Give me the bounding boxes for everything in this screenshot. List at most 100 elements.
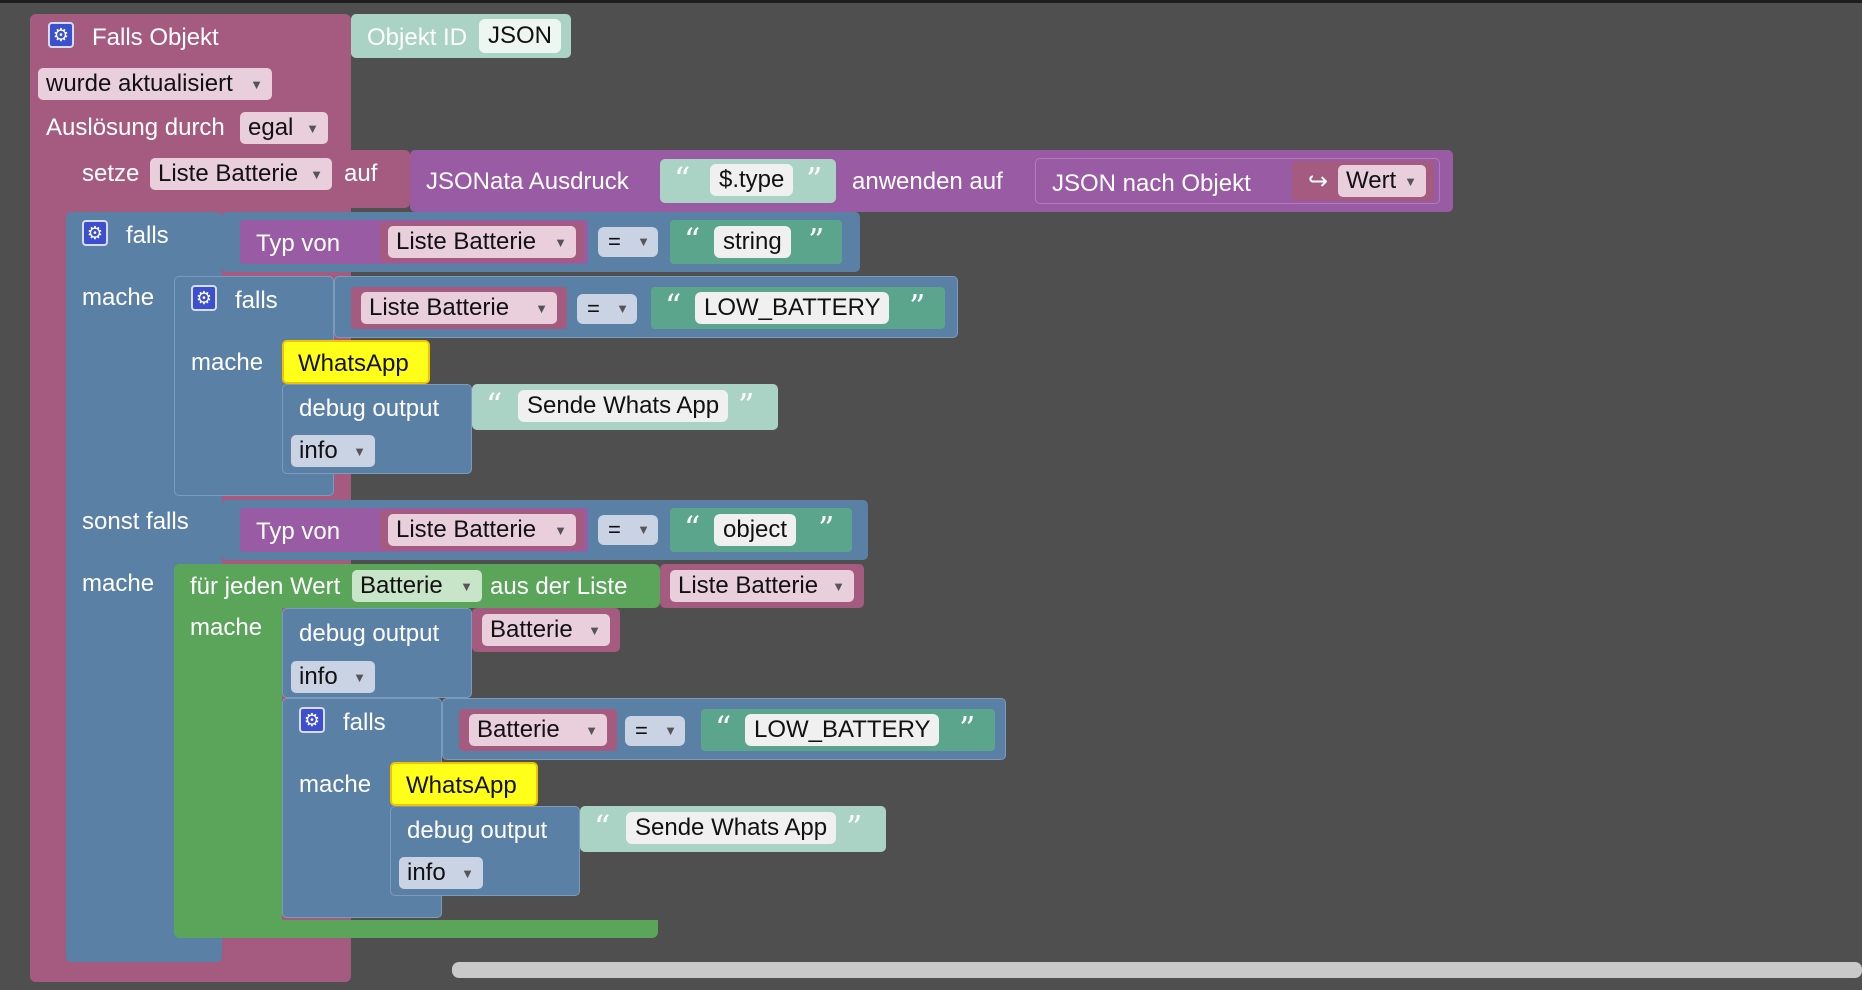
level-dropdown[interactable]: info ▼ bbox=[291, 661, 375, 693]
text-field[interactable]: object bbox=[714, 514, 797, 546]
var-dropdown[interactable]: Batterie ▼ bbox=[482, 614, 610, 646]
object-id-block[interactable]: Objekt ID JSON bbox=[351, 14, 571, 58]
text-block[interactable]: “ string ” bbox=[670, 220, 842, 264]
set-block[interactable]: setze Liste Batterie ▼ auf bbox=[66, 150, 410, 208]
gear-icon[interactable]: ⚙ bbox=[82, 220, 108, 246]
chevron-down-icon: ▼ bbox=[588, 623, 601, 638]
set-variable-dropdown[interactable]: Liste Batterie ▼ bbox=[150, 158, 332, 190]
text-field[interactable]: Sende Whats App bbox=[626, 812, 837, 844]
value-block[interactable]: ↪ Wert ▼ bbox=[1292, 161, 1434, 201]
quote-open-icon: “ bbox=[715, 709, 732, 747]
debug-block-2[interactable]: debug output info ▼ bbox=[282, 608, 472, 698]
text-field[interactable]: Sende Whats App bbox=[518, 390, 729, 422]
var-dropdown[interactable]: Liste Batterie ▼ bbox=[388, 226, 576, 258]
text-block[interactable]: “ LOW_BATTERY ” bbox=[651, 287, 945, 329]
chevron-down-icon: ▼ bbox=[664, 723, 677, 738]
level-dropdown[interactable]: info ▼ bbox=[291, 435, 375, 467]
text-block[interactable]: “ LOW_BATTERY ” bbox=[701, 709, 995, 751]
chevron-down-icon: ▼ bbox=[461, 866, 474, 881]
op-dropdown[interactable]: = ▼ bbox=[598, 227, 658, 257]
text-block[interactable]: “ object ” bbox=[670, 508, 852, 552]
whatsapp-block-1[interactable]: WhatsApp bbox=[282, 340, 430, 384]
var-dropdown[interactable]: Batterie ▼ bbox=[469, 714, 607, 746]
text-field[interactable]: LOW_BATTERY bbox=[745, 714, 940, 746]
quote-open-icon: “ bbox=[674, 160, 691, 198]
list-dropdown[interactable]: Liste Batterie ▼ bbox=[670, 570, 854, 602]
inner-if1-compare-block[interactable]: Liste Batterie ▼ = ▼ “ LOW_BATTERY ” bbox=[334, 276, 958, 338]
outer-do-label-2: mache bbox=[82, 570, 155, 597]
gear-icon[interactable]: ⚙ bbox=[191, 285, 217, 311]
chevron-down-icon: ▼ bbox=[250, 77, 263, 92]
var-block[interactable]: Liste Batterie ▼ bbox=[380, 222, 584, 262]
cond2-compare-block[interactable]: Typ von Liste Batterie ▼ = ▼ “ object ” bbox=[222, 500, 868, 560]
trigger-by-dropdown[interactable]: egal ▼ bbox=[240, 112, 328, 144]
typeof-block-2[interactable]: Typ von Liste Batterie ▼ bbox=[240, 508, 588, 552]
debug-block-3[interactable]: debug output info ▼ bbox=[390, 806, 580, 896]
var-dropdown[interactable]: Liste Batterie ▼ bbox=[361, 292, 557, 324]
quote-open-icon: “ bbox=[684, 221, 701, 259]
op-dropdown[interactable]: = ▼ bbox=[577, 294, 637, 324]
expression-field[interactable]: $.type bbox=[710, 164, 794, 196]
set-label: setze bbox=[82, 160, 140, 187]
outer-do-label-1: mache bbox=[82, 284, 155, 311]
whatsapp-block-2[interactable]: WhatsApp bbox=[390, 762, 538, 806]
object-id-field[interactable]: JSON bbox=[479, 19, 562, 53]
foreach-header[interactable]: für jeden Wert Batterie ▼ aus der Liste bbox=[174, 564, 660, 608]
chevron-down-icon: ▼ bbox=[637, 522, 650, 537]
var-dropdown[interactable]: Liste Batterie ▼ bbox=[388, 514, 576, 546]
op-dropdown[interactable]: = ▼ bbox=[625, 716, 685, 746]
horizontal-scrollbar[interactable] bbox=[452, 962, 1862, 978]
text-field[interactable]: string bbox=[714, 226, 791, 258]
jsonata-label: JSONata Ausdruck bbox=[426, 168, 629, 195]
inner-if2-compare-block[interactable]: Batterie ▼ = ▼ “ LOW_BATTERY ” bbox=[442, 698, 1006, 760]
foreach-do-label: mache bbox=[190, 614, 263, 641]
var-block[interactable]: Batterie ▼ bbox=[459, 709, 617, 751]
level-dropdown[interactable]: info ▼ bbox=[399, 857, 483, 889]
cond1-compare-block[interactable]: Typ von Liste Batterie ▼ = ▼ “ string ” bbox=[222, 212, 860, 272]
quote-close-icon: ” bbox=[806, 160, 823, 198]
expression-text-block[interactable]: “ $.type ” bbox=[660, 159, 836, 203]
foreach-var-dropdown[interactable]: Batterie ▼ bbox=[352, 570, 482, 602]
apply-label: anwenden auf bbox=[852, 168, 1003, 195]
gear-icon[interactable]: ⚙ bbox=[299, 707, 325, 733]
typeof-label: Typ von bbox=[256, 518, 341, 545]
debug-var-block[interactable]: Batterie ▼ bbox=[472, 608, 620, 652]
chevron-down-icon: ▼ bbox=[554, 235, 567, 250]
quote-close-icon: ” bbox=[959, 709, 976, 747]
chevron-down-icon: ▼ bbox=[554, 523, 567, 538]
chevron-down-icon: ▼ bbox=[616, 301, 629, 316]
gear-icon[interactable]: ⚙ bbox=[48, 22, 74, 48]
top-bar bbox=[0, 0, 1862, 3]
inner-if1-label: falls bbox=[235, 287, 278, 314]
op-dropdown[interactable]: = ▼ bbox=[598, 515, 658, 545]
json-to-object-label: JSON nach Objekt bbox=[1052, 170, 1251, 197]
event-mode-dropdown[interactable]: wurde aktualisiert ▼ bbox=[38, 68, 272, 100]
chevron-down-icon: ▼ bbox=[832, 579, 845, 594]
set-to-label: auf bbox=[344, 160, 378, 187]
inner-if2-label: falls bbox=[343, 709, 386, 736]
var-block[interactable]: Liste Batterie ▼ bbox=[351, 287, 567, 329]
jsonata-block[interactable]: JSONata Ausdruck “ $.type ” anwenden auf… bbox=[410, 150, 1453, 212]
whatsapp-label: WhatsApp bbox=[406, 772, 517, 799]
typeof-block-1[interactable]: Typ von Liste Batterie ▼ bbox=[240, 220, 588, 264]
text-field[interactable]: LOW_BATTERY bbox=[695, 292, 890, 324]
foreach-list-block[interactable]: Liste Batterie ▼ bbox=[660, 564, 864, 608]
foreach-label: für jeden Wert bbox=[190, 573, 341, 600]
json-to-object-block[interactable]: JSON nach Objekt ↪ Wert ▼ bbox=[1035, 158, 1440, 204]
trigger-title: Falls Objekt bbox=[92, 24, 219, 51]
chevron-down-icon: ▼ bbox=[353, 444, 366, 459]
quote-open-icon: “ bbox=[486, 386, 503, 424]
chevron-down-icon: ▼ bbox=[310, 167, 323, 182]
debug-label: debug output bbox=[299, 395, 440, 422]
var-block[interactable]: Liste Batterie ▼ bbox=[380, 510, 584, 550]
quote-close-icon: ” bbox=[846, 808, 863, 846]
chevron-down-icon: ▼ bbox=[1404, 174, 1417, 189]
foreach-block[interactable]: mache bbox=[174, 564, 282, 938]
chevron-down-icon: ▼ bbox=[460, 579, 473, 594]
debug-text-block-3[interactable]: “ Sende Whats App ” bbox=[580, 806, 886, 852]
inner-if1-do-label: mache bbox=[191, 349, 264, 376]
debug-text-block-1[interactable]: “ Sende Whats App ” bbox=[472, 384, 778, 430]
value-dropdown[interactable]: Wert ▼ bbox=[1338, 165, 1426, 197]
quote-open-icon: “ bbox=[594, 808, 611, 846]
debug-block-1[interactable]: debug output info ▼ bbox=[282, 384, 472, 474]
